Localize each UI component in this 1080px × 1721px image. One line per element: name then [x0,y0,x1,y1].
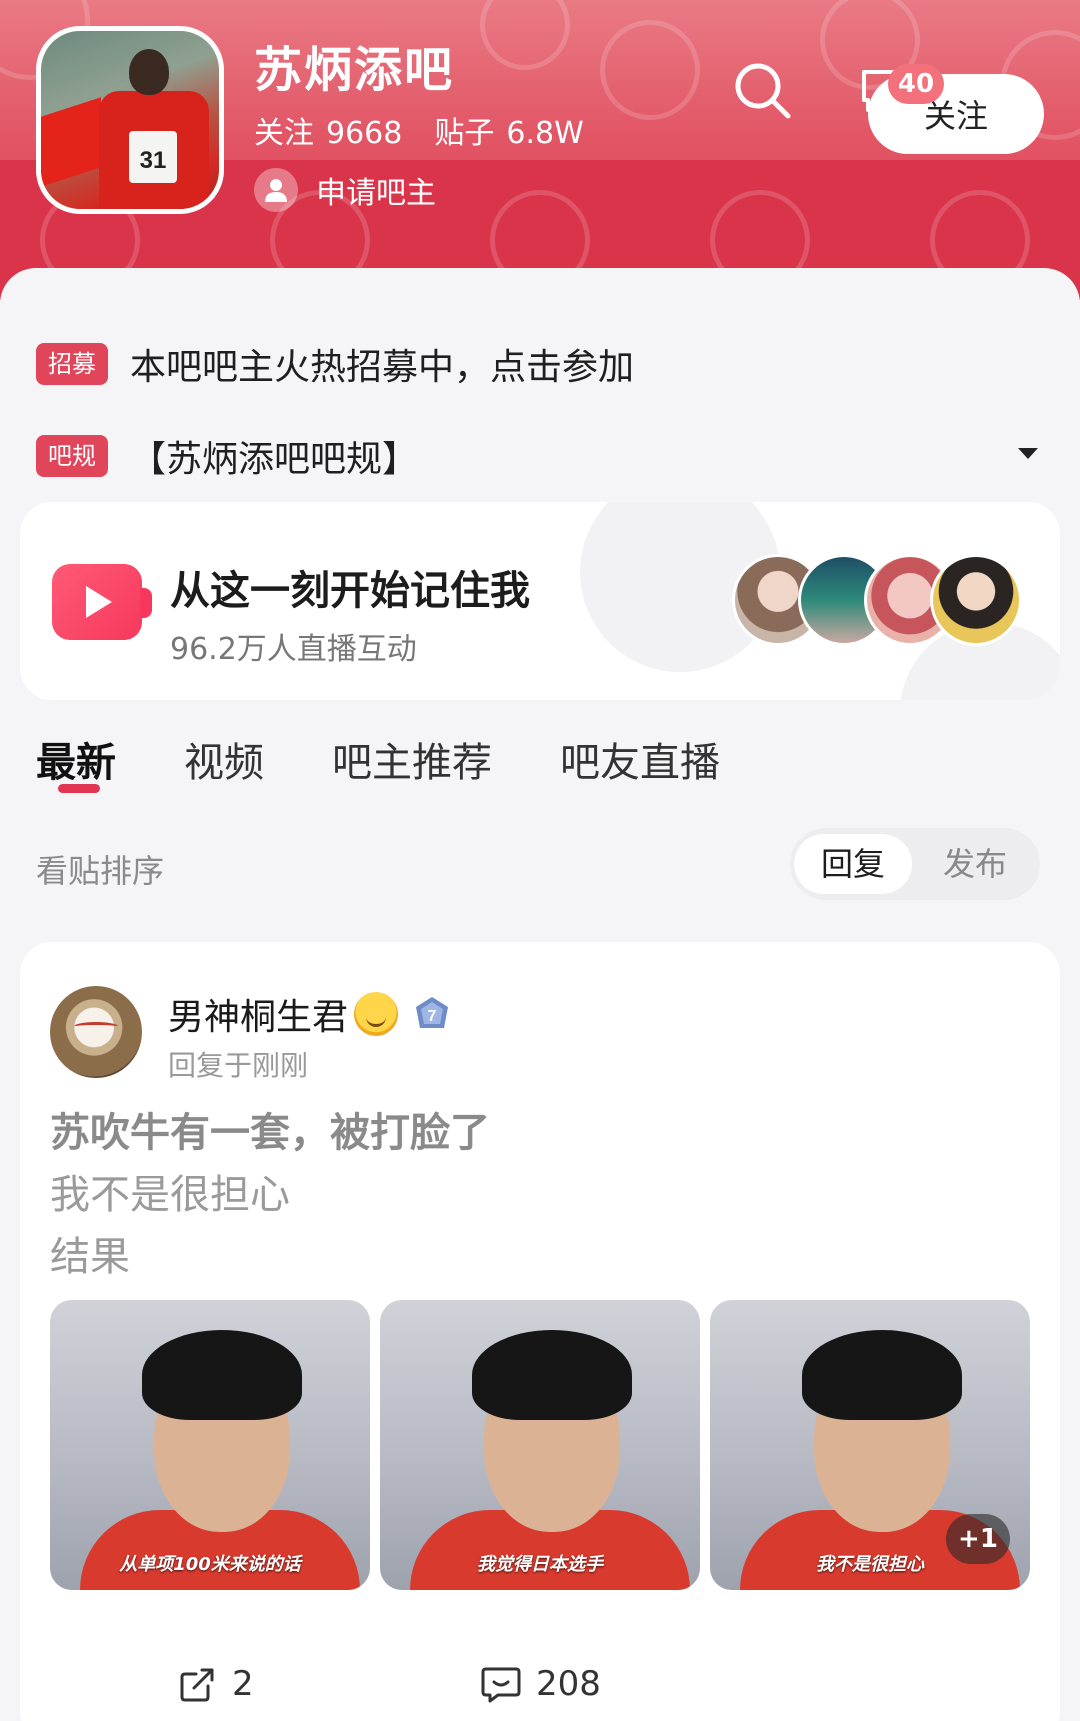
tab-member-live[interactable]: 吧友直播 [560,730,720,788]
posts-stat-count: 6.8W [506,116,584,151]
user-icon [254,168,298,212]
avatar-runner-head [129,49,169,95]
more-images-badge[interactable]: +1 [946,1514,1010,1564]
level-badge-icon: 7 [412,994,452,1034]
comment-count: 208 [536,1664,601,1704]
search-icon [735,63,791,119]
apply-owner-link[interactable]: 申请吧主 [254,168,436,212]
sort-by-publish[interactable]: 发布 [916,834,1034,894]
post-card[interactable]: 男神桐生君 7 回复于刚刚 苏吹牛有一套，被打脸了 我不是很担心 结果 从单项1… [20,942,1060,1721]
forum-tabs: 最新 视频 吧主推荐 吧友直播 [36,730,720,788]
post-image-grid: 从单项100米来说的话 我觉得日本选手 我不是很担心 +1 [50,1300,1030,1620]
post-username: 男神桐生君 [168,997,349,1038]
recruit-text: 本吧吧主火热招募中，点击参加 [130,347,635,388]
level-number: 7 [428,1008,437,1025]
tab-video[interactable]: 视频 [184,730,264,788]
post-body-line: 我不是很担心 [50,1172,290,1218]
post-author[interactable]: 男神桐生君 7 [168,988,452,1040]
follow-stat-label: 关注 [254,116,314,151]
live-card[interactable]: 从这一刻开始记住我 96.2万人直播互动 [20,502,1060,700]
forum-stats: 关注 9668 贴子 6.8W [254,108,584,152]
active-tab-indicator [58,784,100,793]
comment-icon [481,1667,521,1703]
stopwatch-decoration [480,0,570,70]
avatar[interactable] [50,986,142,1078]
stopwatch-decoration [600,20,700,120]
posts-stat: 贴子 6.8W [434,108,583,152]
comment-button[interactable]: 208 [480,1664,601,1704]
recruit-tag: 招募 [36,343,108,385]
post-image[interactable]: 我觉得日本选手 [380,1300,700,1590]
tab-latest[interactable]: 最新 [36,730,116,788]
post-title: 苏吹牛有一套，被打脸了 [50,1110,490,1156]
image-caption: 从单项100米来说的话 [119,1554,301,1575]
avatar-bib-number: 31 [129,131,177,183]
hug-emoji-icon [354,992,399,1036]
share-count: 2 [232,1664,254,1704]
post-actions: 2 208 [20,1664,1060,1721]
live-avatar-group [732,554,1032,650]
apply-owner-label: 申请吧主 [316,176,436,211]
sort-label: 看贴排序 [36,852,165,890]
post-body-line: 结果 [50,1234,130,1280]
avatar-flag [41,97,101,187]
rules-notice[interactable]: 吧规 【苏炳添吧吧规】 [36,430,418,482]
share-button[interactable]: 2 [178,1664,254,1704]
forum-page: 31 苏炳添吧 关注 9668 贴子 6.8W 申请吧主 40 关注 招募 本吧… [0,0,1080,1721]
forum-header: 31 苏炳添吧 关注 9668 贴子 6.8W 申请吧主 40 关注 [0,0,1080,300]
post-image[interactable]: 我不是很担心 +1 [710,1300,1030,1590]
posts-stat-label: 贴子 [434,116,495,151]
forum-title: 苏炳添吧 [254,42,455,98]
tab-owner-picks[interactable]: 吧主推荐 [332,730,492,788]
rules-text: 【苏炳添吧吧规】 [130,439,419,480]
post-time: 回复于刚刚 [168,1049,309,1082]
follow-stat: 关注 9668 [254,108,402,152]
recruit-notice[interactable]: 招募 本吧吧主火热招募中，点击参加 [36,338,634,390]
rules-tag: 吧规 [36,435,108,477]
forum-avatar[interactable]: 31 [36,26,224,214]
image-caption: 我觉得日本选手 [477,1554,603,1575]
live-video-icon [52,564,152,640]
search-button[interactable] [730,58,794,122]
avatar [930,554,1022,646]
sort-toggle: 回复 发布 [790,828,1040,900]
post-image[interactable]: 从单项100米来说的话 [50,1300,370,1590]
follow-stat-count: 9668 [326,116,403,151]
live-subtitle: 96.2万人直播互动 [170,632,417,667]
sort-by-reply[interactable]: 回复 [794,834,912,894]
share-icon [180,1668,214,1702]
expand-arrow-icon[interactable] [1018,448,1038,459]
message-count-badge: 40 [888,64,944,104]
live-title: 从这一刻开始记住我 [170,568,530,614]
